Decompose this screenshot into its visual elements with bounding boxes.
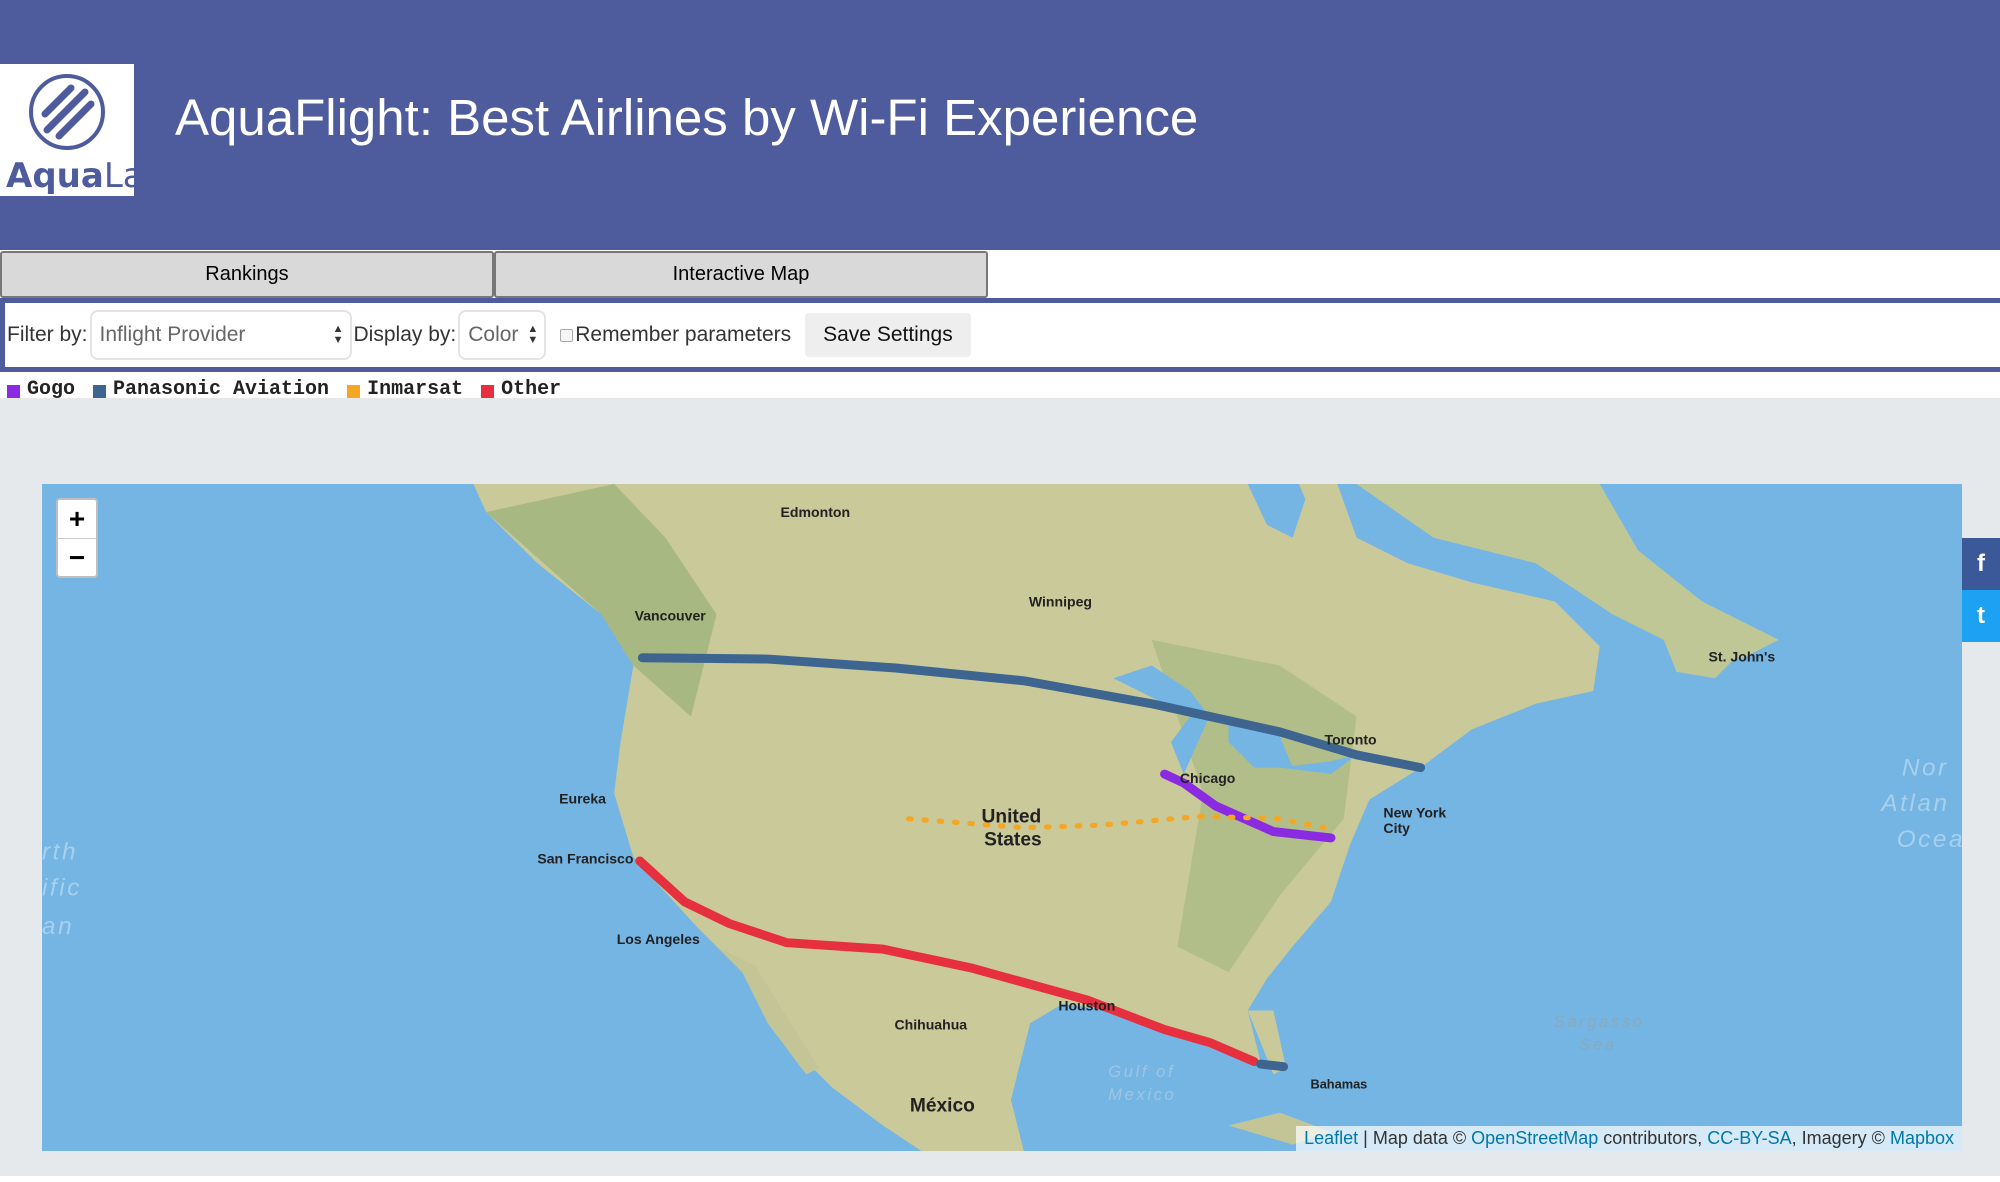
city-label: New York bbox=[1383, 805, 1446, 821]
twitter-icon: t bbox=[1977, 602, 1985, 629]
select-arrows-icon: ▲ ▼ bbox=[527, 323, 539, 346]
legend-item-panasonic: Panasonic Aviation bbox=[93, 378, 329, 401]
page-title: AquaFlight: Best Airlines by Wi-Fi Exper… bbox=[175, 89, 1199, 146]
route-panasonic-florida bbox=[1256, 1059, 1289, 1072]
city-label: Chicago bbox=[1180, 770, 1236, 786]
remember-parameters[interactable]: Remember parameters bbox=[560, 323, 791, 347]
city-label: Toronto bbox=[1325, 732, 1377, 748]
tab-rankings[interactable]: Rankings bbox=[0, 251, 494, 298]
city-label: Edmonton bbox=[781, 504, 851, 520]
display-value: Color bbox=[468, 323, 519, 346]
filter-bar: Filter by: Inflight Provider ▲ ▼ Display b… bbox=[0, 298, 2000, 372]
zoom-in-button[interactable]: + bbox=[58, 500, 96, 538]
select-arrows-icon: ▲ ▼ bbox=[332, 323, 344, 346]
city-label: Chihuahua bbox=[894, 1017, 967, 1033]
city-label: City bbox=[1383, 820, 1410, 836]
filter-label: Filter by: bbox=[7, 323, 88, 346]
remember-label: Remember parameters bbox=[575, 323, 792, 346]
legend-swatch bbox=[7, 384, 20, 398]
remember-checkbox[interactable] bbox=[560, 328, 574, 342]
tab-interactive-map[interactable]: Interactive Map bbox=[494, 251, 988, 298]
facebook-icon: f bbox=[1977, 550, 1985, 577]
logo-text: AquaLab bbox=[6, 156, 166, 196]
water-label: Sargasso bbox=[1554, 1012, 1645, 1031]
twitter-share-button[interactable]: t bbox=[1962, 590, 2000, 642]
facebook-share-button[interactable]: f bbox=[1962, 538, 2000, 590]
city-label: Houston bbox=[1058, 997, 1115, 1013]
country-label: México bbox=[910, 1095, 975, 1116]
legend: Gogo Panasonic Aviation Inmarsat Other bbox=[7, 378, 561, 401]
cc-link[interactable]: CC-BY-SA bbox=[1707, 1128, 1791, 1148]
city-label: Vancouver bbox=[635, 608, 707, 624]
display-select[interactable]: Color ▲ ▼ bbox=[458, 310, 547, 360]
water-label: Atlan bbox=[1879, 790, 1949, 817]
city-label: Bahamas bbox=[1310, 1076, 1367, 1091]
water-label: rth bbox=[42, 839, 78, 866]
zoom-control: + − bbox=[56, 498, 98, 578]
aqualab-logo[interactable]: AquaLab bbox=[0, 64, 165, 196]
country-label: States bbox=[984, 830, 1042, 851]
filter-select[interactable]: Inflight Provider ▲ ▼ bbox=[89, 310, 352, 360]
filter-value: Inflight Provider bbox=[99, 323, 246, 346]
legend-item-gogo: Gogo bbox=[7, 378, 75, 401]
water-label: Sea bbox=[1579, 1035, 1616, 1054]
water-label: Nor bbox=[1902, 754, 1949, 781]
water-label: Gulf of bbox=[1108, 1062, 1175, 1081]
zoom-out-button[interactable]: − bbox=[58, 538, 96, 576]
logo-globe-icon bbox=[29, 74, 105, 150]
tab-bar: Rankings Interactive Map bbox=[0, 251, 988, 298]
water-label: Ocea bbox=[1897, 826, 1962, 853]
map-canvas[interactable]: Edmonton Winnipeg Vancouver St. John's E… bbox=[42, 484, 1962, 1151]
osm-link[interactable]: OpenStreetMap bbox=[1471, 1128, 1598, 1148]
leaflet-link[interactable]: Leaflet bbox=[1304, 1128, 1358, 1148]
map-attribution: Leaflet | Map data © OpenStreetMap contr… bbox=[1296, 1126, 1962, 1151]
water-label: Mexico bbox=[1108, 1085, 1176, 1104]
legend-swatch bbox=[481, 384, 495, 398]
city-label: Eureka bbox=[559, 790, 606, 806]
country-label: United bbox=[982, 807, 1042, 828]
header: AquaLab AquaFlight: Best Airlines by Wi-… bbox=[0, 0, 2000, 250]
city-label: Winnipeg bbox=[1029, 594, 1092, 610]
legend-item-inmarsat: Inmarsat bbox=[347, 378, 463, 401]
water-label: ific bbox=[42, 874, 82, 901]
mapbox-link[interactable]: Mapbox bbox=[1890, 1128, 1954, 1148]
display-label: Display by: bbox=[353, 323, 457, 346]
city-label: Los Angeles bbox=[617, 931, 700, 947]
city-label: St. John's bbox=[1709, 649, 1776, 665]
water-label: an bbox=[42, 913, 74, 940]
interactive-map[interactable]: Edmonton Winnipeg Vancouver St. John's E… bbox=[42, 484, 1962, 1151]
legend-item-other: Other bbox=[481, 378, 561, 401]
legend-swatch bbox=[347, 384, 361, 398]
city-label: San Francisco bbox=[537, 851, 634, 867]
legend-swatch bbox=[93, 384, 107, 398]
save-settings-button[interactable]: Save Settings bbox=[805, 313, 971, 357]
